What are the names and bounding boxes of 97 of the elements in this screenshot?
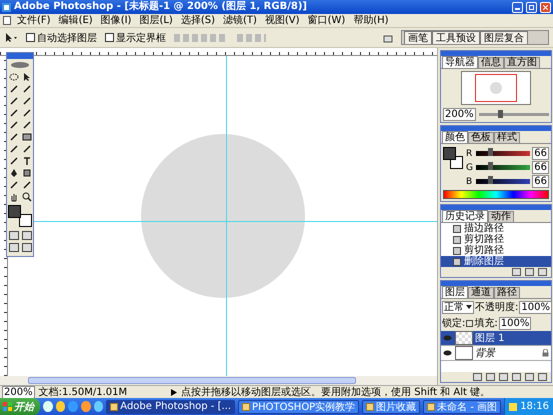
- window-title: Adobe Photoshop - [未标题-1 @ 200% (图层 1, RGB/8)]: [14, 1, 308, 13]
- channel-slider[interactable]: [476, 179, 530, 184]
- zoom-field[interactable]: 200%: [443, 108, 476, 121]
- blend-mode-dropdown[interactable]: 正常: [442, 300, 474, 314]
- quick-launch-icon[interactable]: [43, 401, 53, 412]
- opacity-label: 不透明度:: [475, 300, 518, 314]
- opacity-field[interactable]: 100%: [519, 300, 552, 314]
- panel-tab[interactable]: 直方图: [504, 57, 540, 68]
- layer-row[interactable]: 图层 1: [441, 331, 551, 346]
- fill-field[interactable]: 100%: [498, 316, 532, 330]
- layer-row[interactable]: 背景: [441, 346, 551, 361]
- panel-tab[interactable]: 样式: [494, 132, 520, 143]
- channel-value[interactable]: 66: [532, 147, 549, 160]
- taskbar-button[interactable]: PHOTOSHOP实例教学: [238, 400, 360, 414]
- checkbox[interactable]: [26, 33, 35, 42]
- panel-tab[interactable]: 导航器: [442, 56, 478, 68]
- app-icon: [2, 2, 11, 12]
- eye-icon[interactable]: [442, 350, 452, 356]
- slider-thumb[interactable]: [488, 162, 494, 170]
- history-item[interactable]: 删除图层: [441, 256, 551, 267]
- shape-icon[interactable]: [20, 167, 32, 178]
- channel-label: R: [466, 148, 474, 158]
- zoom-slider[interactable]: [478, 113, 549, 116]
- status-hint: 点按并拖移以移动图层或选区。要用附加选项，使用 Shift 和 Alt 键。: [181, 386, 490, 399]
- taskbar-button[interactable]: Adobe Photoshop - [...: [106, 400, 236, 414]
- menu-item[interactable]: 编辑(E): [56, 14, 95, 26]
- panel-tab[interactable]: 路径: [494, 287, 520, 298]
- play-icon[interactable]: [171, 388, 178, 396]
- zoom-field[interactable]: 200%: [2, 386, 35, 398]
- panel-well-tab[interactable]: 图层复合: [480, 31, 528, 44]
- checkbox-label: 显示定界框: [116, 32, 166, 44]
- zoom-icon[interactable]: [20, 191, 32, 202]
- layer-name: 背景: [475, 346, 497, 360]
- taskbar-button[interactable]: 未命名 - 画图: [423, 400, 502, 414]
- panel-tab[interactable]: 图层: [442, 286, 468, 298]
- color-swatches[interactable]: [8, 205, 32, 227]
- minimize-button[interactable]: [512, 2, 523, 12]
- menu-item[interactable]: 帮助(H): [351, 14, 391, 26]
- checkbox[interactable]: [105, 33, 114, 42]
- menu-item[interactable]: 选择(S): [178, 14, 217, 26]
- color-swatches[interactable]: [443, 147, 463, 169]
- panel-well-tab[interactable]: 画笔: [404, 31, 432, 44]
- panel-well-tab[interactable]: 工具预设: [432, 31, 480, 44]
- restore-icon: [529, 4, 534, 10]
- palette-icon[interactable]: [383, 32, 393, 42]
- channel-label: G: [466, 162, 474, 172]
- document-size: 文档:1.50M/1.01M: [38, 386, 128, 399]
- panel-tab[interactable]: 动作: [488, 211, 514, 222]
- layer-thumbnail: [455, 331, 473, 345]
- fill-label: 填充:: [474, 316, 498, 330]
- close-icon: [543, 4, 548, 10]
- clock: 18:16: [520, 401, 550, 412]
- gradient-icon[interactable]: [20, 131, 32, 142]
- feather-icon: [10, 61, 30, 69]
- lock-icon[interactable]: [466, 320, 474, 326]
- quick-launch-icon[interactable]: [94, 401, 104, 412]
- panel-tab[interactable]: 色板: [468, 132, 494, 143]
- close-button[interactable]: [540, 2, 551, 12]
- restore-button[interactable]: [526, 2, 537, 12]
- quick-launch-icon[interactable]: [80, 401, 91, 412]
- view-frame[interactable]: [475, 74, 517, 102]
- panel-tab[interactable]: 信息: [478, 57, 504, 68]
- taskbar-button[interactable]: 图片收藏: [362, 400, 420, 414]
- quick-launch-icon[interactable]: [56, 401, 66, 412]
- lock-label: 锁定:: [442, 316, 466, 330]
- menu-item[interactable]: 滤镜(T): [220, 14, 259, 26]
- menu-item[interactable]: 文件(F): [15, 14, 53, 26]
- slider-thumb[interactable]: [498, 110, 503, 118]
- color-spectrum[interactable]: [443, 190, 549, 199]
- slider-thumb[interactable]: [488, 148, 494, 156]
- horizontal-scrollbar[interactable]: [0, 376, 437, 385]
- windows-logo-icon: [3, 402, 12, 411]
- quick-mask-icon[interactable]: [20, 230, 32, 241]
- menu-item[interactable]: 窗口(W): [306, 14, 348, 26]
- layer-thumbnail: [455, 346, 473, 360]
- checkbox-label: 自动选择图层: [37, 32, 97, 44]
- mask-mode-icon[interactable]: [8, 230, 20, 241]
- marquee-icon[interactable]: [8, 71, 20, 82]
- layer-name: 图层 1: [475, 332, 506, 345]
- menu-item[interactable]: 图层(L): [137, 14, 175, 26]
- panel-tab[interactable]: 历史记录: [442, 210, 488, 222]
- caret-icon: [466, 305, 472, 309]
- move-tool-icon[interactable]: [4, 32, 18, 43]
- channel-slider[interactable]: [476, 165, 530, 170]
- menu-item[interactable]: 视图(V): [262, 14, 302, 26]
- document-icon: [3, 16, 11, 25]
- slider-thumb[interactable]: [488, 176, 494, 184]
- channel-value[interactable]: 66: [532, 161, 549, 174]
- menu-item[interactable]: 图像(I): [98, 14, 134, 26]
- panel-tab[interactable]: 通道: [468, 287, 494, 298]
- channel-value[interactable]: 66: [532, 175, 549, 188]
- full-screen-icon[interactable]: [20, 242, 32, 253]
- channel-slider[interactable]: [476, 151, 530, 156]
- channel-label: B: [466, 176, 474, 186]
- tray-icon[interactable]: [509, 402, 518, 410]
- window-mode-icon[interactable]: [8, 242, 20, 253]
- panel-tab[interactable]: 颜色: [442, 131, 468, 143]
